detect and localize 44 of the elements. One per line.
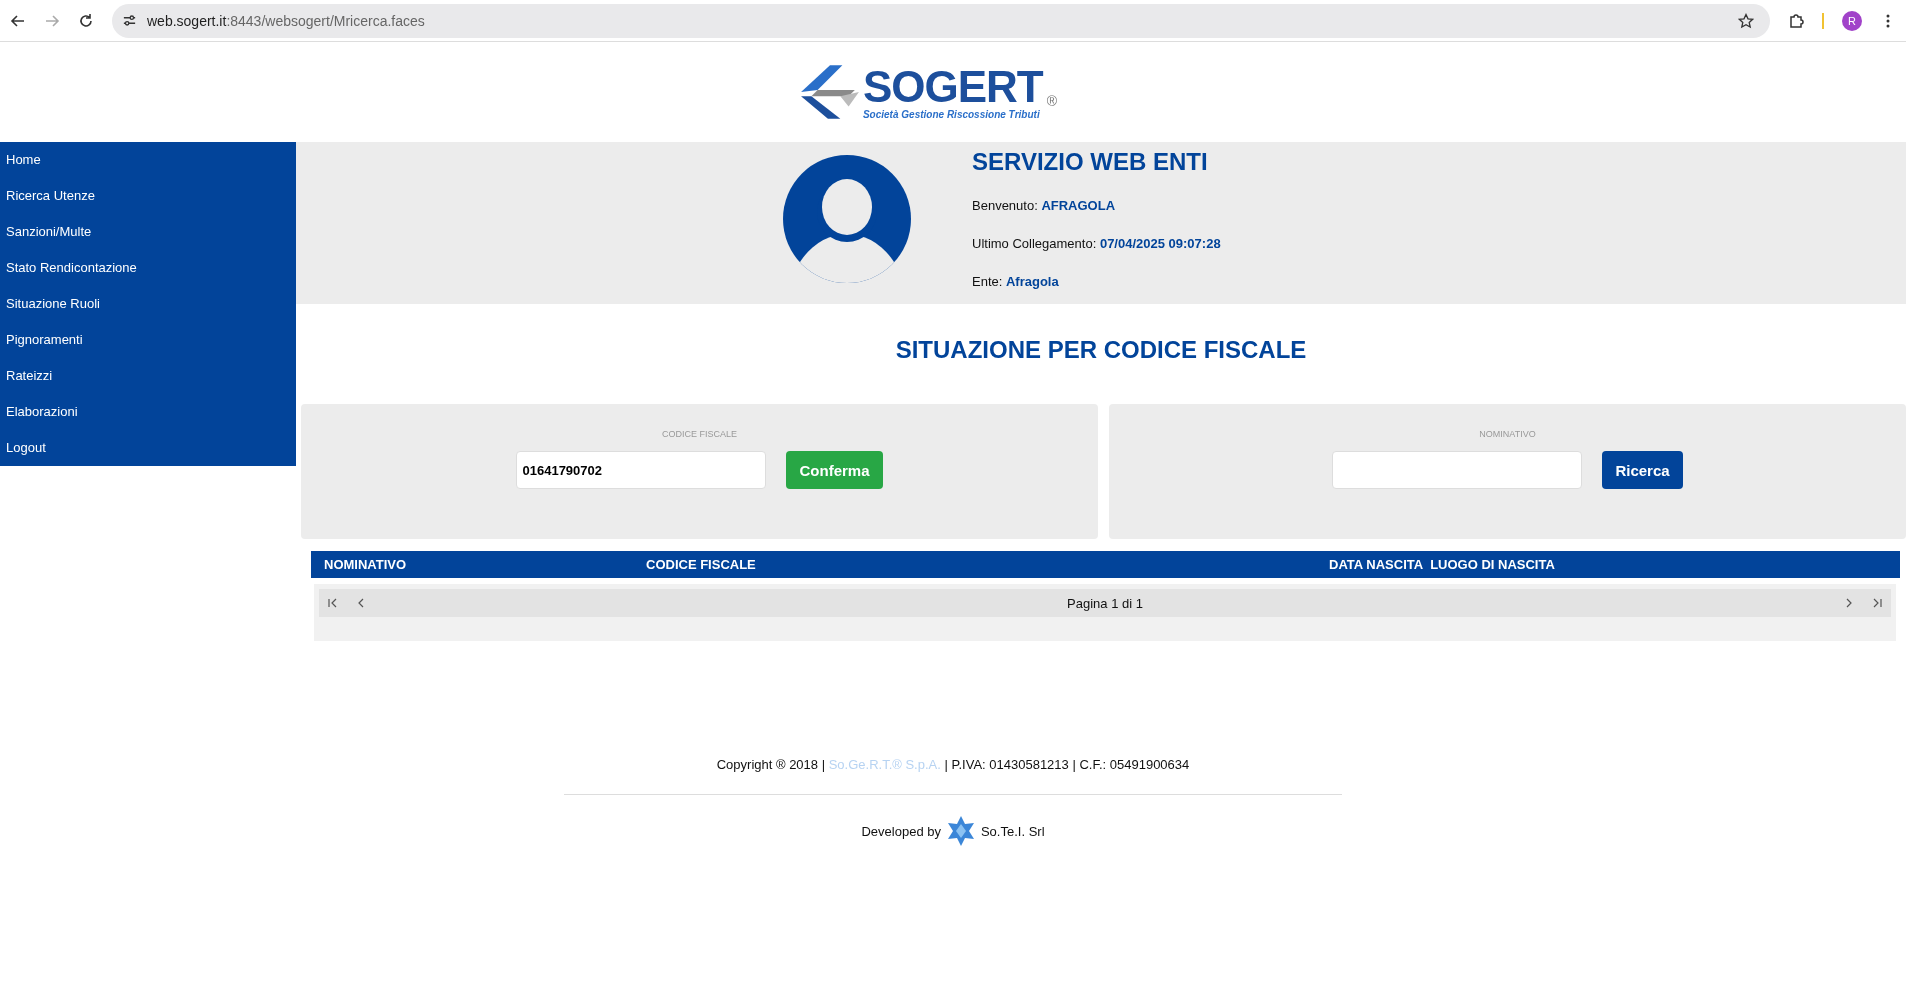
field-label: Benvenuto: <box>972 198 1038 213</box>
page-title: SITUAZIONE PER CODICE FISCALE <box>894 335 1308 365</box>
field-value: AFRAGOLA <box>1041 198 1116 213</box>
sidebar-item[interactable]: Home <box>0 142 296 178</box>
registered-mark: ® <box>1046 92 1058 109</box>
input-field[interactable]: 01641790702 <box>516 451 767 489</box>
logo-wordmark: SOGERT <box>862 64 1043 109</box>
copyright-text: Copyright ® 2018 | So.Ge.R.T.® S.p.A. | P.IVA: 01430581213 | C.F.: 05491900634 <box>716 757 1190 772</box>
logo-tagline: Società Gestione Riscossione Tributi <box>862 108 1041 120</box>
extensions-icon[interactable] <box>1788 12 1804 29</box>
sidebar-item[interactable]: Sanzioni/Multe <box>0 214 296 250</box>
back-icon[interactable] <box>10 12 26 29</box>
column-header: LUOGO DI NASCITA <box>1430 557 1555 572</box>
site-settings-icon[interactable] <box>122 13 137 28</box>
first-page-icon[interactable] <box>327 597 339 609</box>
column-header: NOMINATIVO <box>324 557 408 572</box>
service-title: SERVIZIO WEB ENTI <box>972 148 1209 176</box>
reload-icon[interactable] <box>78 12 94 29</box>
field-label: Ente: <box>972 274 1003 289</box>
input-field[interactable] <box>1332 451 1583 489</box>
user-avatar-icon <box>782 154 912 284</box>
submit-button[interactable]: Ricerca <box>1602 451 1683 489</box>
profile-avatar[interactable]: R <box>1842 10 1862 31</box>
sidebar-item[interactable]: Logout <box>0 430 296 466</box>
address-bar[interactable]: web.sogert.it:8443/websogert/Mricerca.faces <box>112 3 1770 38</box>
sidebar-item[interactable]: Elaborazioni <box>0 394 296 430</box>
sidebar-item[interactable]: Pignoramenti <box>0 322 296 358</box>
column-header: CODICE FISCALE <box>646 557 757 572</box>
sidebar-item[interactable]: Rateizzi <box>0 358 296 394</box>
page-indicator: Pagina 1 di 1 <box>1066 595 1144 611</box>
url-text: web.sogert.it:8443/websogert/Mricerca.faces <box>147 12 426 29</box>
field-label: Ultimo Collegamento: <box>972 236 1097 251</box>
field-label: CODICE FISCALE <box>662 429 737 439</box>
sidebar-item[interactable]: Stato Rendicontazione <box>0 250 296 286</box>
developer-name: So.Te.I. Srl <box>980 823 1045 839</box>
last-page-icon[interactable] <box>1871 597 1883 609</box>
field-label: NOMINATIVO <box>1479 429 1536 439</box>
sidebar-item[interactable]: Ricerca Utenze <box>0 178 296 214</box>
field-value: Afragola <box>1006 274 1059 289</box>
field-value: 07/04/2025 09:07:28 <box>1099 236 1221 251</box>
bookmark-star-icon[interactable] <box>1738 12 1754 29</box>
developed-by-text: Developed by <box>861 823 941 839</box>
column-header: DATA NASCITA <box>1329 557 1424 572</box>
sidebar-item[interactable]: Situazione Ruoli <box>0 286 296 322</box>
